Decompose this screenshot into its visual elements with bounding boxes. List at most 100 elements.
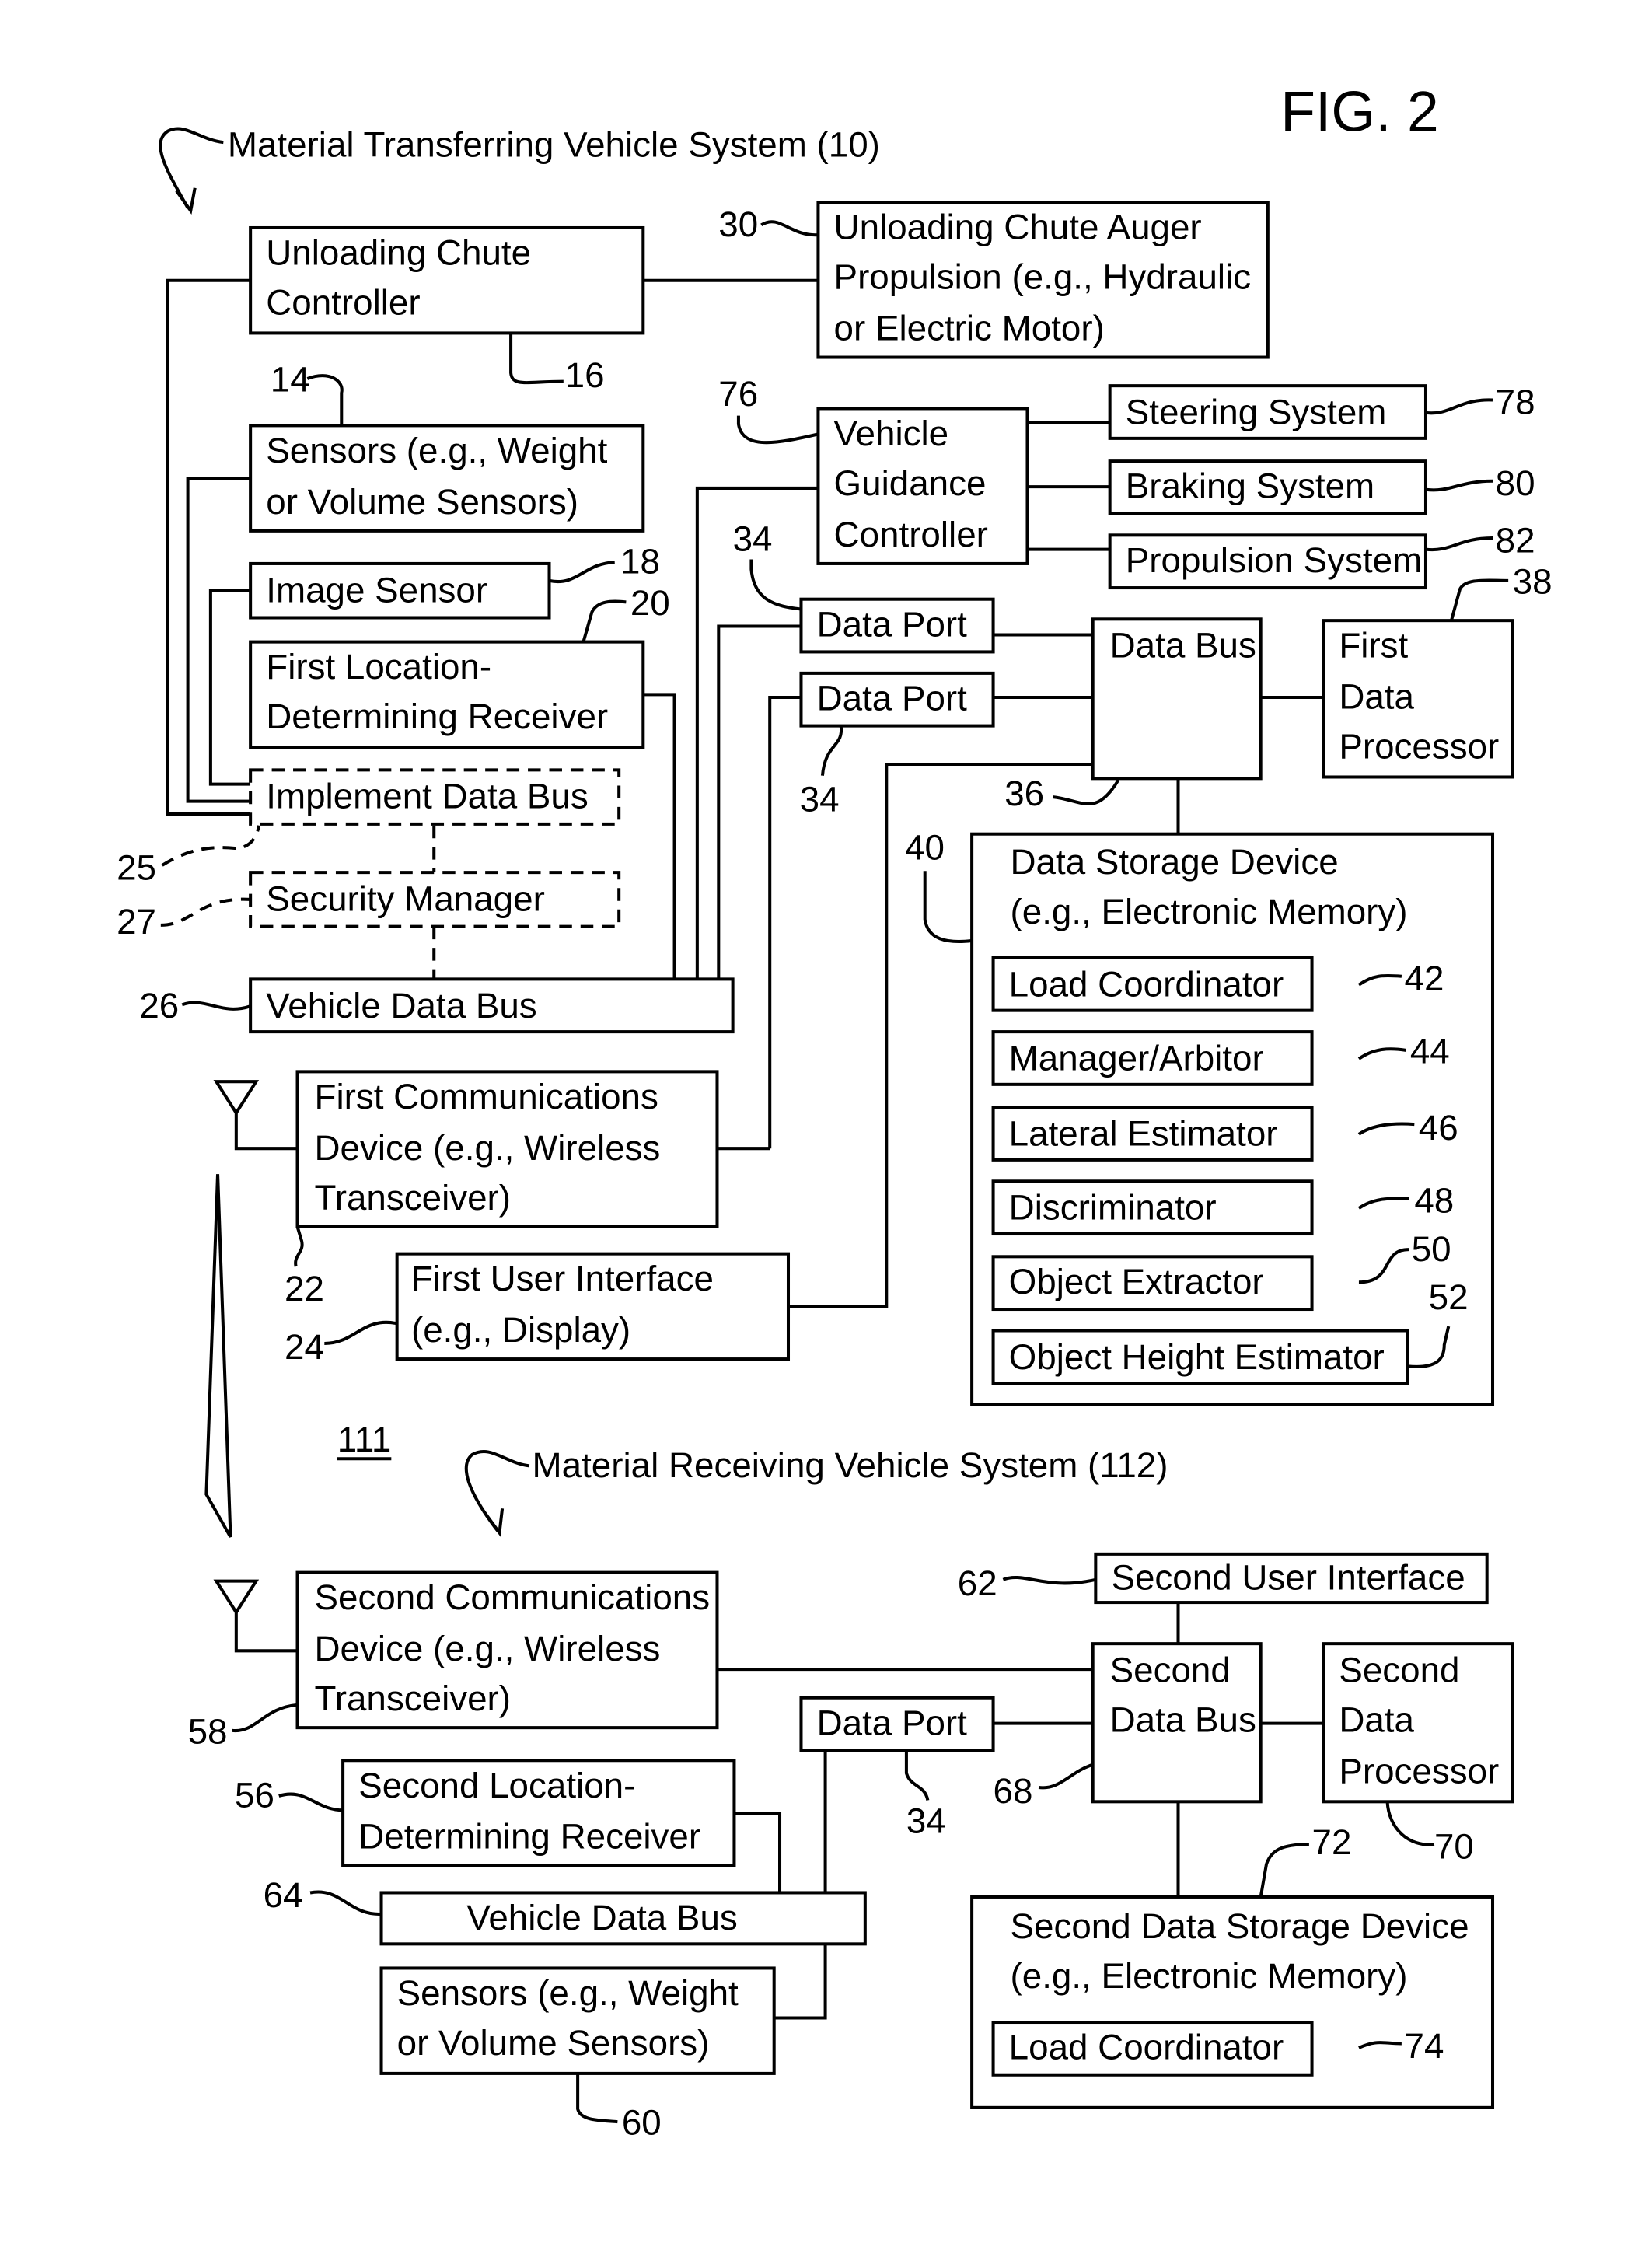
svg-text:Processor: Processor [1339,727,1499,767]
block-sensors-2: Sensors (e.g., Weight or Volume Sensors) [379,1966,776,2075]
svg-text:Object Extractor: Object Extractor [1009,1262,1264,1301]
svg-text:Steering System: Steering System [1126,393,1387,432]
svg-text:Manager/Arbitor: Manager/Arbitor [1009,1039,1264,1078]
module-object-height-estimator: Object Height Estimator [991,1329,1409,1385]
block-user-interface-1: First User Interface (e.g., Display) [395,1252,791,1361]
svg-text:or Volume Sensors): or Volume Sensors) [266,482,578,522]
svg-text:34: 34 [800,779,840,819]
system-leader-112 [464,1449,530,1532]
module-manager-arbitor: Manager/Arbitor [991,1030,1314,1086]
block-vehicle-data-bus-2: Vehicle Data Bus [379,1891,867,1946]
svg-text:Braking System: Braking System [1126,466,1374,506]
svg-text:Second Communications: Second Communications [315,1577,711,1617]
svg-text:Sensors (e.g., Weight: Sensors (e.g., Weight [397,1973,739,2013]
svg-text:Processor: Processor [1339,1752,1499,1791]
block-security-manager: Security Manager [249,871,621,928]
module-object-extractor: Object Extractor [991,1255,1314,1312]
svg-text:Implement Data Bus: Implement Data Bus [266,777,588,816]
svg-text:74: 74 [1405,2026,1444,2066]
block-location-receiver-1: First Location- Determining Receiver [249,640,645,749]
svg-text:27: 27 [117,902,156,942]
svg-text:26: 26 [139,986,179,1025]
svg-text:Data Bus: Data Bus [1110,1700,1256,1740]
svg-text:Controller: Controller [266,283,420,323]
block-user-interface-2: Second User Interface [1094,1552,1489,1605]
svg-text:46: 46 [1419,1108,1458,1148]
svg-text:Transceiver): Transceiver) [315,1679,512,1718]
svg-text:44: 44 [1410,1031,1450,1071]
svg-text:First Communications: First Communications [315,1077,658,1116]
svg-text:52: 52 [1429,1277,1469,1317]
svg-text:Transceiver): Transceiver) [315,1178,512,1218]
svg-text:18: 18 [620,542,660,582]
svg-text:Device (e.g., Wireless: Device (e.g., Wireless [315,1128,661,1168]
svg-text:34: 34 [906,1801,946,1841]
svg-text:Load Coordinator: Load Coordinator [1009,964,1284,1004]
svg-text:Discriminator: Discriminator [1009,1188,1217,1228]
svg-text:Determining Receiver: Determining Receiver [266,697,608,736]
svg-text:70: 70 [1434,1827,1474,1867]
block-unloading-chute-controller: Unloading Chute Controller [249,225,645,335]
svg-text:or Electric Motor): or Electric Motor) [834,309,1105,348]
svg-text:Lateral Estimator: Lateral Estimator [1009,1114,1278,1154]
wireless-link-ref: 111 [337,1420,392,1459]
svg-text:Controller: Controller [834,515,988,554]
svg-text:Data Bus: Data Bus [1110,626,1256,666]
module-discriminator: Discriminator [991,1179,1314,1236]
svg-text:First Location-: First Location- [266,647,491,687]
svg-text:60: 60 [622,2103,662,2143]
block-braking-system: Braking System [1108,459,1427,515]
svg-text:68: 68 [994,1771,1033,1811]
svg-text:Data: Data [1339,1700,1414,1740]
svg-text:Unloading Chute: Unloading Chute [266,233,531,273]
svg-text:Data: Data [1339,677,1414,717]
svg-text:82: 82 [1496,520,1535,560]
svg-text:Determining Receiver: Determining Receiver [358,1817,700,1857]
figure-label: FIG. 2 [1280,80,1438,144]
svg-text:Second User Interface: Second User Interface [1111,1558,1465,1598]
svg-text:56: 56 [235,1776,274,1815]
svg-text:Guidance: Guidance [834,463,987,503]
block-vehicle-data-bus-1: Vehicle Data Bus [249,977,735,1034]
svg-text:Data Port: Data Port [817,1703,968,1742]
block-data-bus-2: Second Data Bus [1091,1642,1263,1804]
block-sensors-1: Sensors (e.g., Weight or Volume Sensors) [249,424,645,533]
receiving-system-label: Material Receiving Vehicle System (112) [533,1445,1168,1485]
svg-text:Second: Second [1339,1651,1459,1690]
svg-text:58: 58 [188,1711,228,1751]
svg-text:Vehicle Data Bus: Vehicle Data Bus [466,1898,737,1937]
svg-text:Second Data Storage Device: Second Data Storage Device [1011,1906,1469,1946]
svg-text:Sensors (e.g., Weight: Sensors (e.g., Weight [266,431,607,470]
svg-text:80: 80 [1496,463,1535,503]
svg-text:First: First [1339,626,1408,666]
svg-text:48: 48 [1414,1181,1454,1221]
svg-text:Second Location-: Second Location- [358,1766,635,1805]
block-steering-system: Steering System [1108,384,1427,440]
block-implement-data-bus: Implement Data Bus [249,768,621,826]
svg-text:14: 14 [271,359,310,399]
svg-text:Data Port: Data Port [817,604,968,644]
svg-text:25: 25 [117,847,156,887]
svg-text:Data Storage Device: Data Storage Device [1011,842,1339,882]
svg-text:20: 20 [630,583,670,623]
svg-text:Propulsion (e.g., Hydraulic: Propulsion (e.g., Hydraulic [834,257,1252,297]
module-lateral-estimator: Lateral Estimator [991,1106,1314,1162]
block-communications-2: Second Communications Device (e.g., Wire… [295,1570,719,1730]
svg-text:30: 30 [718,204,758,244]
block-data-processor-1: First Data Processor [1322,619,1514,779]
block-location-receiver-2: Second Location- Determining Receiver [341,1759,736,1867]
transferring-system-label: Material Transferring Vehicle System (10… [228,124,880,164]
svg-text:Vehicle: Vehicle [834,414,949,453]
svg-text:Vehicle Data Bus: Vehicle Data Bus [266,986,536,1025]
svg-text:First User Interface: First User Interface [411,1259,714,1298]
block-data-processor-2: Second Data Processor [1322,1642,1514,1804]
svg-text:36: 36 [1004,774,1044,813]
arrow-head-icon [482,1508,505,1537]
block-data-port-a: Data Port [799,597,995,654]
svg-text:40: 40 [905,828,945,868]
block-data-port-c: Data Port [799,1696,995,1752]
block-data-bus-1: Data Bus [1091,617,1263,781]
svg-text:Object Height Estimator: Object Height Estimator [1009,1337,1385,1377]
svg-text:78: 78 [1496,383,1535,422]
block-communications-1: First Communications Device (e.g., Wirel… [295,1070,719,1228]
